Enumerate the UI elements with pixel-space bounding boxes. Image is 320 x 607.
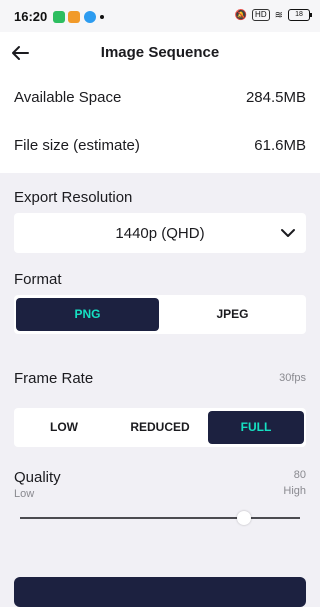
frame-rate-label: Frame Rate	[14, 370, 94, 387]
export-button[interactable]	[14, 577, 306, 607]
status-icons: 🔕 HD ≋ 18	[234, 9, 312, 21]
export-resolution-select[interactable]: 1440p (QHD)	[14, 213, 306, 253]
file-size-row: File size (estimate) 61.6MB	[14, 137, 306, 161]
storage-info-panel: Available Space 284.5MB File size (estim…	[0, 73, 320, 173]
app-notification-icon	[53, 11, 65, 23]
silent-icon: 🔕	[234, 9, 248, 21]
page-title: Image Sequence	[100, 44, 220, 61]
frame-rate-option-reduced[interactable]: REDUCED	[112, 411, 208, 444]
quality-slider-thumb[interactable]	[237, 511, 251, 525]
quality-slider-track[interactable]	[20, 517, 300, 519]
frame-rate-value: 30fps	[279, 372, 306, 384]
quality-min-label: Low	[14, 488, 35, 500]
available-space-label: Available Space	[14, 89, 122, 106]
frame-rate-selector: LOW REDUCED FULL	[14, 408, 306, 447]
app-notification-icon	[84, 11, 96, 23]
format-selector: PNG JPEG	[14, 295, 306, 334]
status-time: 16:20	[14, 9, 48, 24]
wifi-icon: ≋	[274, 9, 283, 21]
format-option-jpeg[interactable]: JPEG	[161, 298, 304, 331]
quality-max-label: High	[283, 485, 306, 497]
notification-dot-icon	[100, 15, 104, 19]
file-size-label: File size (estimate)	[14, 137, 140, 154]
quality-label: Quality	[14, 469, 61, 486]
network-badge: HD	[252, 9, 270, 21]
available-space-value: 284.5MB	[245, 89, 306, 106]
file-size-value: 61.6MB	[254, 137, 306, 154]
frame-rate-option-low[interactable]: LOW	[16, 411, 112, 444]
available-space-row: Available Space 284.5MB	[14, 89, 306, 113]
chevron-down-icon	[281, 229, 295, 237]
quality-value: 80	[293, 469, 306, 481]
status-bar: 16:20 🔕 HD ≋ 18	[0, 0, 320, 32]
format-option-png[interactable]: PNG	[16, 298, 159, 331]
format-label: Format	[14, 271, 62, 288]
export-resolution-value: 1440p (QHD)	[115, 225, 205, 242]
header: Image Sequence	[0, 32, 320, 73]
frame-rate-option-full[interactable]: FULL	[208, 411, 304, 444]
battery-icon: 18	[288, 9, 312, 21]
app-notification-icon	[68, 11, 80, 23]
export-resolution-label: Export Resolution	[14, 189, 133, 206]
